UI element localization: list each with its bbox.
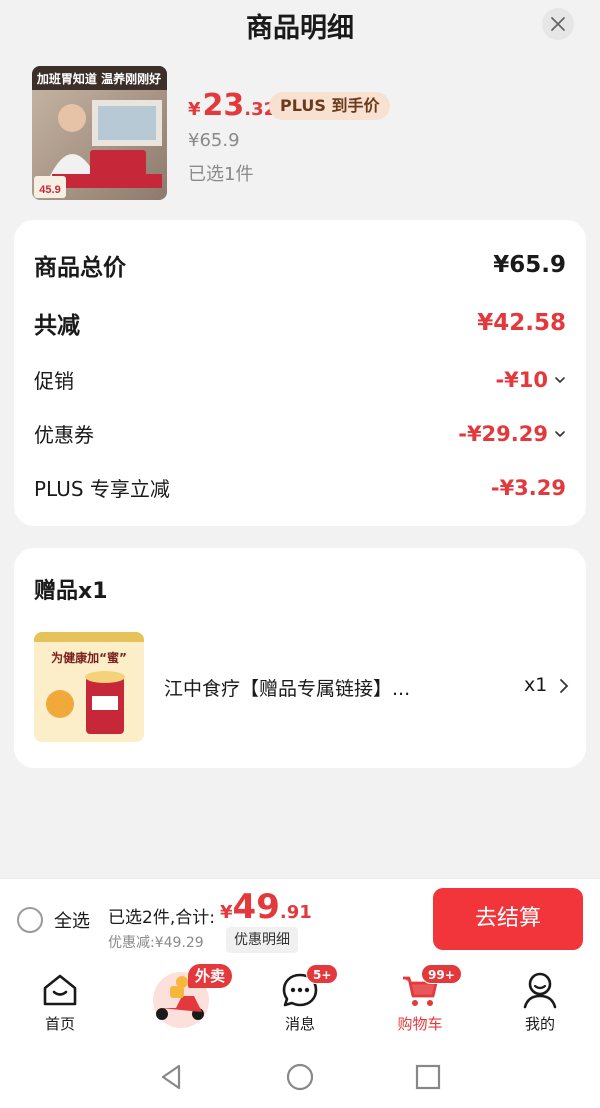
summary-label: PLUS 专享立减: [34, 477, 170, 501]
price-symbol: ¥: [188, 99, 201, 120]
discount-text: 优惠减:¥49.29: [108, 935, 204, 951]
tab-label: 首页: [44, 1015, 75, 1033]
person-icon: [523, 972, 557, 1009]
tab-mine[interactable]: 我的: [490, 958, 590, 1040]
chevron-down-icon: [555, 376, 565, 383]
close-icon: [551, 17, 565, 31]
system-navigation-bar: [0, 1040, 600, 1108]
gift-quantity: x1: [524, 674, 548, 696]
thumb-banner-text: 加班胃知道 温养刚刚好: [36, 71, 161, 86]
total-integer: 49: [232, 887, 280, 927]
summary-row-reduction: 共减 ¥42.58: [34, 306, 566, 340]
plus-price-tag: PLUS 到手价: [269, 92, 391, 120]
gift-image[interactable]: 为健康加“蜜”: [34, 632, 144, 742]
back-triangle-icon[interactable]: [157, 1062, 187, 1092]
page-title: 商品明细: [246, 13, 354, 44]
gift-card: 赠品x1 为健康加“蜜” 江中食疗【赠品专属链接】... x1: [14, 548, 586, 768]
summary-value: ¥65.9: [493, 252, 566, 278]
waimai-badge: 外卖: [188, 964, 233, 988]
summary-row-coupon[interactable]: 优惠券 -¥29.29: [34, 419, 566, 448]
summary-value: ¥42.58: [477, 310, 566, 336]
checkout-bar: 全选 已选2件,合计: ¥ 49 .91 优惠减:¥49.29 优惠明细 去结算: [0, 878, 600, 958]
total-price: ¥ 49 .91: [220, 887, 312, 927]
summary-value: -¥3.29: [490, 475, 566, 500]
gift-thumb-banner-text: 为健康加“蜜”: [51, 650, 127, 665]
thumb-price-label: 45.9: [39, 184, 60, 196]
total-symbol: ¥: [220, 902, 233, 923]
summary-row-total: 商品总价 ¥65.9: [34, 248, 566, 282]
home-icon: [43, 974, 77, 1006]
price-integer: 23: [202, 88, 245, 123]
checkout-button[interactable]: 去结算: [433, 888, 583, 950]
tab-bar: 首页 外卖 消息 5+ 购物车 99+ 我的: [0, 958, 600, 1040]
plus-price: ¥ 23 .32: [188, 88, 276, 124]
product-image[interactable]: 45.9 加班胃知道 温养刚刚好: [32, 66, 167, 200]
home-circle-icon[interactable]: [285, 1062, 315, 1092]
summary-value: -¥10: [495, 367, 548, 392]
total-decimal: .91: [279, 902, 312, 923]
summary-label: 商品总价: [34, 255, 126, 281]
product-section: 45.9 加班胃知道 温养刚刚好 ¥ 23 .32 PLUS 到手价 ¥65.9…: [32, 66, 572, 200]
chevron-right-icon[interactable]: [557, 678, 571, 694]
summary-label: 优惠券: [34, 423, 94, 447]
gift-name[interactable]: 江中食疗【赠品专属链接】...: [164, 674, 464, 701]
recents-square-icon[interactable]: [413, 1062, 443, 1092]
close-button[interactable]: [542, 8, 574, 40]
tab-label: 购物车: [397, 1015, 443, 1033]
summary-row-promotion[interactable]: 促销 -¥10: [34, 365, 566, 394]
tab-label: 我的: [524, 1015, 555, 1033]
cart-badge: 99+: [421, 964, 462, 984]
tab-home[interactable]: 首页: [10, 958, 110, 1040]
header: 商品明细: [0, 0, 600, 50]
original-price: ¥65.9: [188, 130, 240, 151]
summary-label: 促销: [34, 369, 74, 393]
select-all-label[interactable]: 全选: [54, 907, 90, 933]
price-summary-card: 商品总价 ¥65.9 共减 ¥42.58 促销 -¥10 优惠券 -¥29.29…: [14, 220, 586, 526]
summary-row-plus: PLUS 专享立减 -¥3.29: [34, 473, 566, 502]
select-all-checkbox[interactable]: [17, 907, 43, 933]
total-label: 已选2件,合计:: [108, 908, 215, 928]
gift-title: 赠品x1: [34, 579, 108, 604]
tab-label: 消息: [284, 1015, 315, 1033]
summary-label: 共减: [34, 313, 80, 339]
chevron-down-icon: [555, 430, 565, 437]
messages-badge: 5+: [306, 964, 339, 984]
selected-count: 已选1件: [188, 164, 254, 185]
summary-value: -¥29.29: [458, 421, 548, 446]
discount-detail-button[interactable]: 优惠明细: [226, 927, 298, 953]
